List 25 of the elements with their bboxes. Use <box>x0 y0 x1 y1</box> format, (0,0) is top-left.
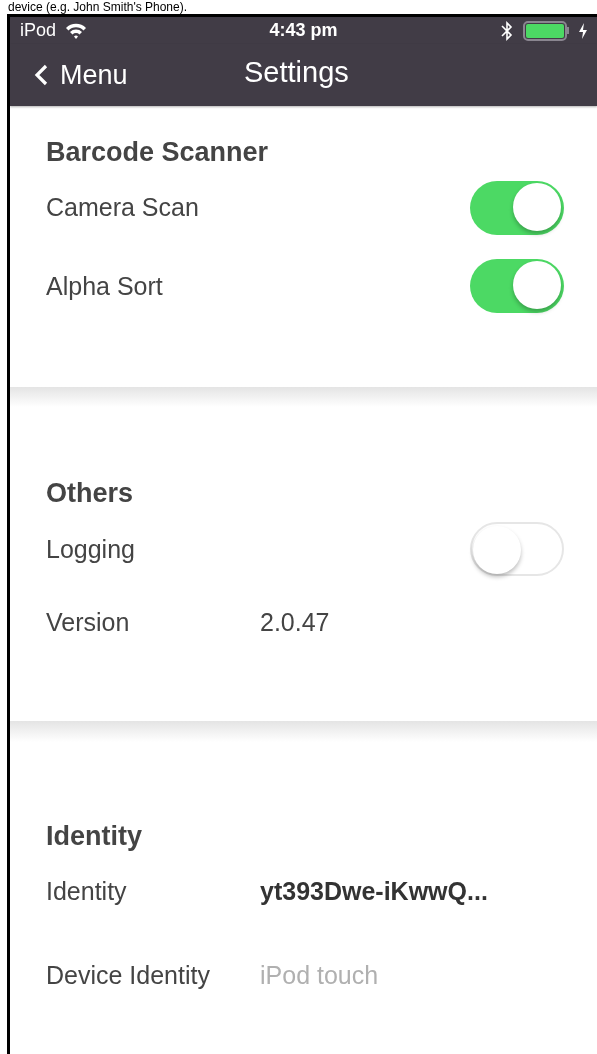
charging-icon <box>579 22 587 39</box>
setting-label: Logging <box>46 533 136 565</box>
wifi-icon <box>64 21 89 40</box>
device-identity-field[interactable]: iPod touch <box>260 957 561 995</box>
battery-icon <box>523 20 569 41</box>
setting-label: Device Identity <box>46 960 211 992</box>
toggle-switch[interactable] <box>470 180 564 235</box>
setting-label: Camera Scan <box>46 192 200 224</box>
carrier-text: iPod <box>20 19 57 42</box>
setting-label: Identity <box>46 876 128 908</box>
nav-title: Settings <box>244 55 349 91</box>
setting-label: Version <box>46 606 131 638</box>
section-heading: Identity <box>46 820 143 853</box>
back-button[interactable]: Menu <box>10 54 128 96</box>
bluetooth-icon <box>501 20 513 41</box>
setting-value: yt393Dwe-iKwwQ... <box>260 876 488 908</box>
section-heading: Barcode Scanner <box>46 135 270 169</box>
section-heading: Others <box>46 477 135 511</box>
setting-label: Alpha Sort <box>46 270 164 302</box>
toggle-switch[interactable] <box>470 259 564 314</box>
toggle-switch[interactable] <box>470 522 564 577</box>
setting-value: 2.0.47 <box>260 606 330 638</box>
caption-text: device (e.g. John Smith's Phone). <box>7 0 189 14</box>
chevron-left-icon <box>34 63 48 86</box>
clock-text: 4:43 pm <box>269 19 338 42</box>
